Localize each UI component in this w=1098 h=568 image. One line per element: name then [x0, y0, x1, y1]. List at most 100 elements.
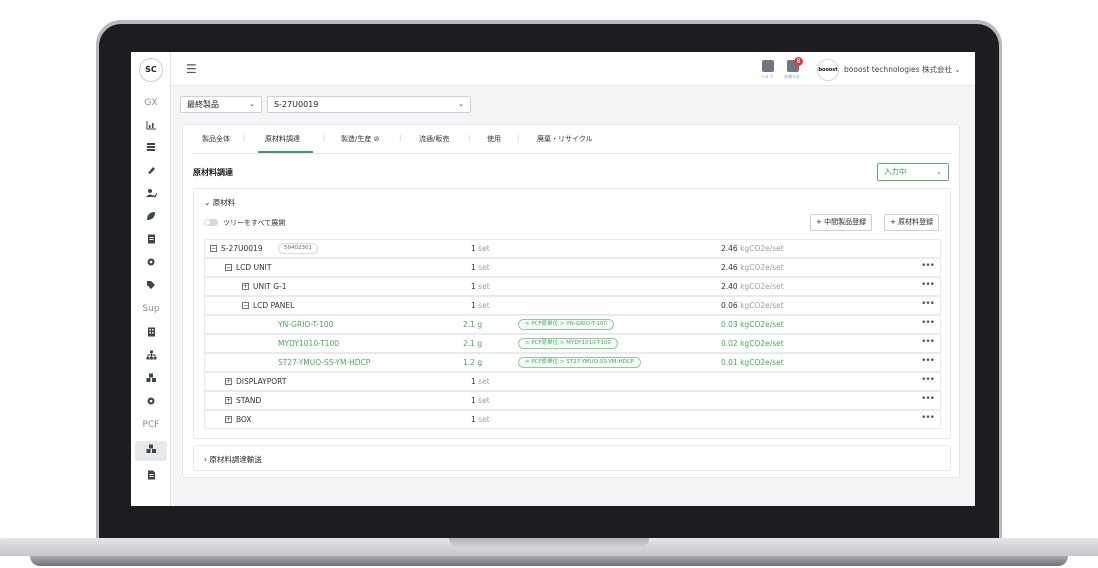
more-icon[interactable]: •••: [921, 280, 935, 290]
laptop-base-bottom: [30, 556, 1068, 566]
expand-icon[interactable]: +: [242, 283, 249, 290]
qty-value: 1: [471, 282, 476, 291]
tree-row-name: ST27-YMUO-SS-YM-HDCP: [278, 358, 371, 367]
tree-row[interactable]: − S-27U0019 59402301 1 set 2.46 kgCO2e/s…: [204, 239, 941, 258]
tree-row[interactable]: − LCD PANEL 1 set 0.06 kgCO2e/set •••: [204, 296, 941, 315]
tab-raw-material[interactable]: 原材料調達: [265, 134, 300, 144]
avatar[interactable]: booost: [817, 59, 839, 81]
app-logo[interactable]: SC: [139, 58, 163, 82]
pcf-link-badge[interactable]: ∞ PCF原単位 > MYDY1010-T100: [518, 338, 619, 349]
expand-icon[interactable]: +: [225, 397, 232, 404]
collapse-icon[interactable]: −: [242, 302, 249, 309]
notification-badge: 8: [794, 57, 803, 66]
expand-icon[interactable]: +: [225, 378, 232, 385]
org-chart-icon[interactable]: [144, 350, 158, 364]
transport-expand-toggle[interactable]: › 原材料調達輸送: [204, 454, 262, 465]
tab-use[interactable]: 使用: [487, 134, 501, 144]
help-icon[interactable]: [762, 60, 774, 72]
file-icon[interactable]: [144, 470, 158, 484]
collapse-icon[interactable]: −: [225, 264, 232, 271]
qty-unit: set: [478, 282, 490, 291]
category-select[interactable]: 最終製品 ⌄: [180, 96, 262, 113]
blocks-icon[interactable]: [144, 373, 158, 387]
tree-row[interactable]: + BOX 1 set •••: [204, 410, 941, 429]
more-icon[interactable]: •••: [921, 394, 935, 404]
pcf-link-badge[interactable]: ∞ PCF原単位 > ST27-YMUO-SS-YM-HDCP: [518, 357, 641, 368]
chevron-right-icon: ›: [204, 455, 207, 464]
tree-row-co2: 2.40 kgCO2e/set: [721, 282, 784, 291]
tab-manufacturing[interactable]: 製造/生産 ⊘: [341, 134, 379, 144]
layers-icon[interactable]: [144, 142, 158, 156]
tree-row[interactable]: + UNIT G-1 1 set 2.40 kgCO2e/set •••: [204, 277, 941, 296]
more-icon[interactable]: •••: [921, 318, 935, 328]
tree-row-co2: 0.06 kgCO2e/set: [721, 301, 784, 310]
tree-row-co2: 2.46 kgCO2e/set: [721, 263, 784, 272]
chart-icon[interactable]: [144, 120, 158, 134]
co2-unit: kgCO2e/set: [740, 358, 784, 367]
chevron-down-icon: ⌄: [204, 198, 211, 207]
more-icon[interactable]: •••: [921, 413, 935, 423]
collapse-icon[interactable]: −: [210, 245, 217, 252]
tree-row-co2: 0.02 kgCO2e/set: [721, 339, 784, 348]
menu-icon[interactable]: ☰: [186, 63, 197, 75]
tree-row[interactable]: − LCD UNIT 1 set 2.46 kgCO2e/set •••: [204, 258, 941, 277]
gear-icon[interactable]: [144, 257, 158, 271]
more-icon[interactable]: •••: [921, 299, 935, 309]
qty-unit: set: [478, 415, 490, 424]
tab-separator: |: [399, 134, 402, 142]
tab-overall[interactable]: 製品全体: [202, 134, 230, 144]
more-icon[interactable]: •••: [921, 356, 935, 366]
gear-icon[interactable]: [144, 396, 158, 410]
tree-row-co2: 2.46 kgCO2e/set: [721, 244, 784, 253]
tab-separator: |: [517, 134, 520, 142]
co2-value: 0.02: [721, 339, 738, 348]
co2-unit: kgCO2e/set: [740, 339, 784, 348]
add-intermediate-button[interactable]: + 中間製品登録: [810, 214, 873, 231]
tree-row[interactable]: ST27-YMUO-SS-YM-HDCP 1.2 g ∞ PCF原単位 > ST…: [204, 353, 941, 372]
materials-panel: ⌄ 原材料 ツリーをすべて展開 + 中間製品登録 + 原材料登録 − S-27U…: [193, 188, 951, 439]
co2-unit: kgCO2e/set: [740, 320, 784, 329]
company-menu[interactable]: booost technologies 株式会社 ⌄: [844, 64, 961, 75]
blocks-icon[interactable]: [144, 444, 158, 458]
status-select[interactable]: 入力中 ⌄: [877, 163, 949, 181]
tag-icon[interactable]: [144, 280, 158, 294]
tree-row[interactable]: + STAND 1 set •••: [204, 391, 941, 410]
more-icon[interactable]: •••: [921, 375, 935, 385]
expand-icon[interactable]: +: [225, 416, 232, 423]
app-screen: SC GX Sup PCF ☰ ヘルプ 8 お知らせ booost booost…: [131, 52, 975, 506]
tree-row[interactable]: YN-GRIO-T-100 2.1 g ∞ PCF原単位 > YN-GRIO-T…: [204, 315, 941, 334]
qty-unit: set: [478, 301, 490, 310]
tree-row-name: UNIT G-1: [253, 282, 287, 291]
more-icon[interactable]: •••: [921, 261, 935, 271]
tab-separator: |: [468, 134, 471, 142]
notifications-label: お知らせ: [784, 74, 800, 79]
tab-disposal[interactable]: 廃棄・リサイクル: [537, 134, 593, 144]
expand-all-toggle[interactable]: [204, 219, 218, 226]
tree-row[interactable]: MYDY1010-T100 2.1 g ∞ PCF原単位 > MYDY1010-…: [204, 334, 941, 353]
co2-unit: kgCO2e/set: [740, 263, 784, 272]
add-material-button[interactable]: + 原材料登録: [884, 214, 940, 231]
document-icon[interactable]: [144, 234, 158, 248]
leaf-icon[interactable]: [144, 211, 158, 225]
pencil-icon[interactable]: [144, 165, 158, 179]
co2-value: 0.03: [721, 320, 738, 329]
more-icon[interactable]: •••: [921, 337, 935, 347]
tree-row-name: LCD PANEL: [253, 301, 295, 310]
pcf-link-badge[interactable]: ∞ PCF原単位 > YN-GRIO-T-100: [518, 319, 614, 330]
users-icon[interactable]: [144, 188, 158, 202]
product-select[interactable]: S-27U0019 ⌄: [267, 96, 471, 113]
chevron-down-icon: ⌄: [458, 100, 464, 108]
transport-panel[interactable]: › 原材料調達輸送: [193, 445, 951, 471]
tree-row[interactable]: + DISPLAYPORT 1 set •••: [204, 372, 941, 391]
materials-collapse-toggle[interactable]: ⌄ 原材料: [204, 197, 235, 208]
tree-row-name: MYDY1010-T100: [278, 339, 339, 348]
building-icon[interactable]: [144, 327, 158, 341]
materials-heading: 原材料: [212, 198, 236, 207]
tab-distribution[interactable]: 流通/販売: [419, 134, 449, 144]
tree-row-name: BOX: [236, 415, 252, 424]
tree-row-qty: 2.1 g: [463, 320, 482, 329]
tree-row-qty: 1 set: [471, 282, 490, 291]
qty-unit: set: [478, 263, 490, 272]
tree-row-name: DISPLAYPORT: [236, 377, 287, 386]
qty-unit: set: [478, 244, 490, 253]
